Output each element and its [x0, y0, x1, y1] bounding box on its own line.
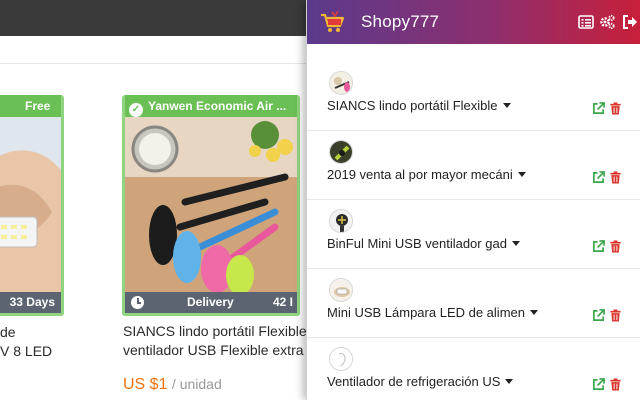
trash-icon[interactable]: [609, 240, 622, 253]
product-name[interactable]: SIANCS lindo portátil Flexible: [327, 97, 511, 114]
product-price: US $1 / unidad: [123, 376, 222, 394]
caret-down-icon[interactable]: [529, 310, 538, 315]
product-thumbnail: [329, 71, 353, 95]
product-name-label: Mini USB Lámpara LED de alimen: [327, 305, 525, 320]
popup-header: Shopy777: [307, 0, 640, 44]
delivery-label: Delivery: [187, 295, 234, 309]
delivery-bar: Delivery 42 I: [125, 292, 297, 313]
list-icon[interactable]: [578, 14, 594, 30]
list-item: 2019 venta al por mayor mecáni: [307, 131, 640, 200]
product-thumbnail: [329, 209, 353, 233]
product-title-left[interactable]: de V 8 LED: [0, 323, 52, 361]
product-title-line: V 8 LED: [0, 343, 53, 359]
fan-thumb-icon: [330, 72, 352, 94]
trash-icon[interactable]: [609, 309, 622, 322]
delivery-days: 42 I: [272, 295, 293, 309]
trash-icon[interactable]: [609, 378, 622, 391]
product-title-line: SIANCS lindo portátil Flexible: [123, 323, 307, 339]
product-thumbnail: [329, 347, 353, 371]
external-link-icon[interactable]: [592, 309, 605, 322]
shipping-badge-label: Yanwen Economic Air ...: [148, 99, 287, 113]
gears-icon[interactable]: [599, 14, 615, 30]
product-photo[interactable]: [0, 117, 61, 293]
trash-icon[interactable]: [609, 102, 622, 115]
product-photo[interactable]: [125, 117, 297, 293]
list-item: Ventilador de refrigeración US: [307, 338, 640, 400]
fan-thumb-icon: [330, 210, 352, 232]
price-value: US $1: [123, 376, 168, 393]
product-name-label: BinFul Mini USB ventilador gad: [327, 236, 507, 251]
external-link-icon[interactable]: [592, 240, 605, 253]
clock-icon: [131, 296, 144, 309]
product-title-line: de: [0, 324, 16, 340]
external-link-icon[interactable]: [592, 102, 605, 115]
shipping-badge: Free: [0, 95, 61, 117]
usb-fan-photo: [125, 117, 297, 293]
app-title: Shopy777: [361, 12, 440, 31]
external-link-icon[interactable]: [592, 171, 605, 184]
product-name[interactable]: Mini USB Lámpara LED de alimen: [327, 304, 538, 321]
trash-icon[interactable]: [609, 171, 622, 184]
product-title-mid[interactable]: SIANCS lindo portátil Flexible ventilado…: [123, 322, 307, 360]
list-item: Mini USB Lámpara LED de alimen: [307, 269, 640, 338]
fan-thumb-icon: [330, 141, 352, 163]
sign-out-icon[interactable]: [622, 14, 638, 30]
price-unit: / unidad: [171, 376, 222, 392]
delivery-days: 33 Days: [9, 295, 55, 309]
caret-down-icon[interactable]: [505, 379, 514, 384]
delivery-bar: 33 Days: [0, 292, 61, 313]
product-name-label: SIANCS lindo portátil Flexible: [327, 98, 498, 113]
external-link-icon[interactable]: [592, 378, 605, 391]
product-title-line: ventilador USB Flexible extra: [123, 342, 304, 358]
product-name[interactable]: Ventilador de refrigeración US: [327, 373, 514, 390]
shopy-popup: Shopy777 SIANCS lindo portátil Flexible …: [306, 0, 640, 400]
product-thumbnail: [329, 140, 353, 164]
product-name[interactable]: 2019 venta al por mayor mecáni: [327, 166, 526, 183]
product-name[interactable]: BinFul Mini USB ventilador gad: [327, 235, 520, 252]
caret-down-icon[interactable]: [511, 241, 520, 246]
shipping-badge: ✓ Yanwen Economic Air ...: [125, 95, 297, 117]
product-card-mid[interactable]: ✓ Yanwen Economic Air ... Delivery 42 I: [122, 95, 300, 316]
product-card-left[interactable]: Free 33 Days: [0, 95, 64, 316]
product-name-label: Ventilador de refrigeración US: [327, 374, 501, 389]
product-list: SIANCS lindo portátil Flexible 2019 vent…: [307, 62, 640, 400]
list-item: SIANCS lindo portátil Flexible: [307, 62, 640, 131]
list-item: BinFul Mini USB ventilador gad: [307, 200, 640, 269]
fan-thumb-icon: [330, 348, 352, 370]
shopping-cart-logo-icon: [321, 10, 345, 32]
led-lamp-photo: [0, 117, 61, 293]
shipping-badge-label: Free: [25, 99, 51, 113]
product-thumbnail: [329, 278, 353, 302]
product-name-label: 2019 venta al por mayor mecáni: [327, 167, 513, 182]
lamp-thumb-icon: [330, 279, 352, 301]
check-circle-icon: ✓: [129, 103, 143, 117]
caret-down-icon[interactable]: [517, 172, 526, 177]
caret-down-icon[interactable]: [502, 103, 511, 108]
